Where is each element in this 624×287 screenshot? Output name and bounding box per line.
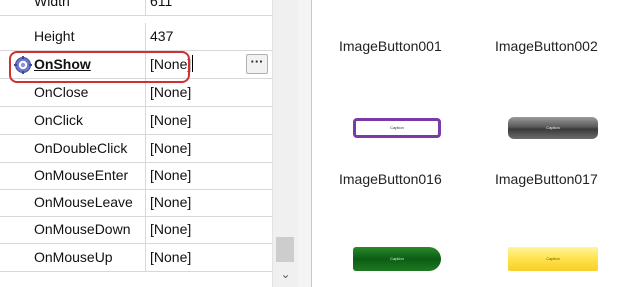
property-row-ondoubleclick[interactable]: OnDoubleClick [None] [0,135,272,163]
property-row-onmouseup[interactable]: OnMouseUp [None] [0,244,272,272]
scroll-down-icon[interactable]: ⌄ [273,262,298,287]
property-value[interactable]: [None] [146,79,272,106]
scroll-thumb[interactable] [276,237,294,262]
property-name: OnMouseDown [10,216,146,243]
highlight-annotation [9,51,190,83]
image-button-thumbnail[interactable]: Caption [353,247,441,271]
property-name: OnDoubleClick [10,135,146,162]
thumbnail-caption: Caption [546,125,560,130]
image-button-thumbnail[interactable]: Caption [508,247,598,271]
gallery-item-label: ImageButton017 [495,171,598,187]
thumbnail-caption: Caption [546,256,560,261]
property-name: OnMouseEnter [10,162,146,189]
property-value[interactable]: 611 [146,0,272,15]
text-caret [192,55,194,72]
property-value[interactable]: 437 [146,23,272,50]
property-value[interactable]: [None] [146,244,272,271]
property-row-onmouseleave[interactable]: OnMouseLeave [None] [0,189,272,217]
thumbnail-caption: Caption [390,256,404,261]
property-name: Height [10,23,146,50]
property-value[interactable]: [None] [146,135,272,162]
gallery-item-label: ImageButton002 [495,38,598,54]
gallery-item-label: ImageButton001 [339,38,442,54]
panel-splitter[interactable] [298,0,312,287]
image-button-thumbnail[interactable]: Caption [353,118,441,138]
property-grid: Width 611 Height 437 OnShow [None] ··· O… [0,0,272,287]
property-name: OnClick [10,107,146,134]
image-button-thumbnail[interactable]: Caption [508,117,598,139]
property-row-onmouseenter[interactable]: OnMouseEnter [None] [0,162,272,190]
property-value[interactable]: [None] [146,189,272,216]
property-row-width[interactable]: Width 611 [0,0,272,16]
ellipsis-button[interactable]: ··· [246,54,268,74]
property-value[interactable]: [None] [146,216,272,243]
property-name: OnClose [10,79,146,106]
property-name: OnMouseLeave [10,189,146,216]
vertical-scrollbar[interactable]: ⌄ [272,0,298,287]
property-value[interactable]: [None] [146,162,272,189]
property-row-height[interactable]: Height 437 [0,23,272,51]
property-row-onclose[interactable]: OnClose [None] [0,79,272,107]
property-value[interactable]: [None] [146,107,272,134]
property-name: OnMouseUp [10,244,146,271]
property-name: Width [10,0,146,15]
gallery-item-label: ImageButton016 [339,171,442,187]
property-row-onclick[interactable]: OnClick [None] [0,107,272,135]
property-row-onmousedown[interactable]: OnMouseDown [None] [0,216,272,244]
thumbnail-caption: Caption [390,125,404,130]
